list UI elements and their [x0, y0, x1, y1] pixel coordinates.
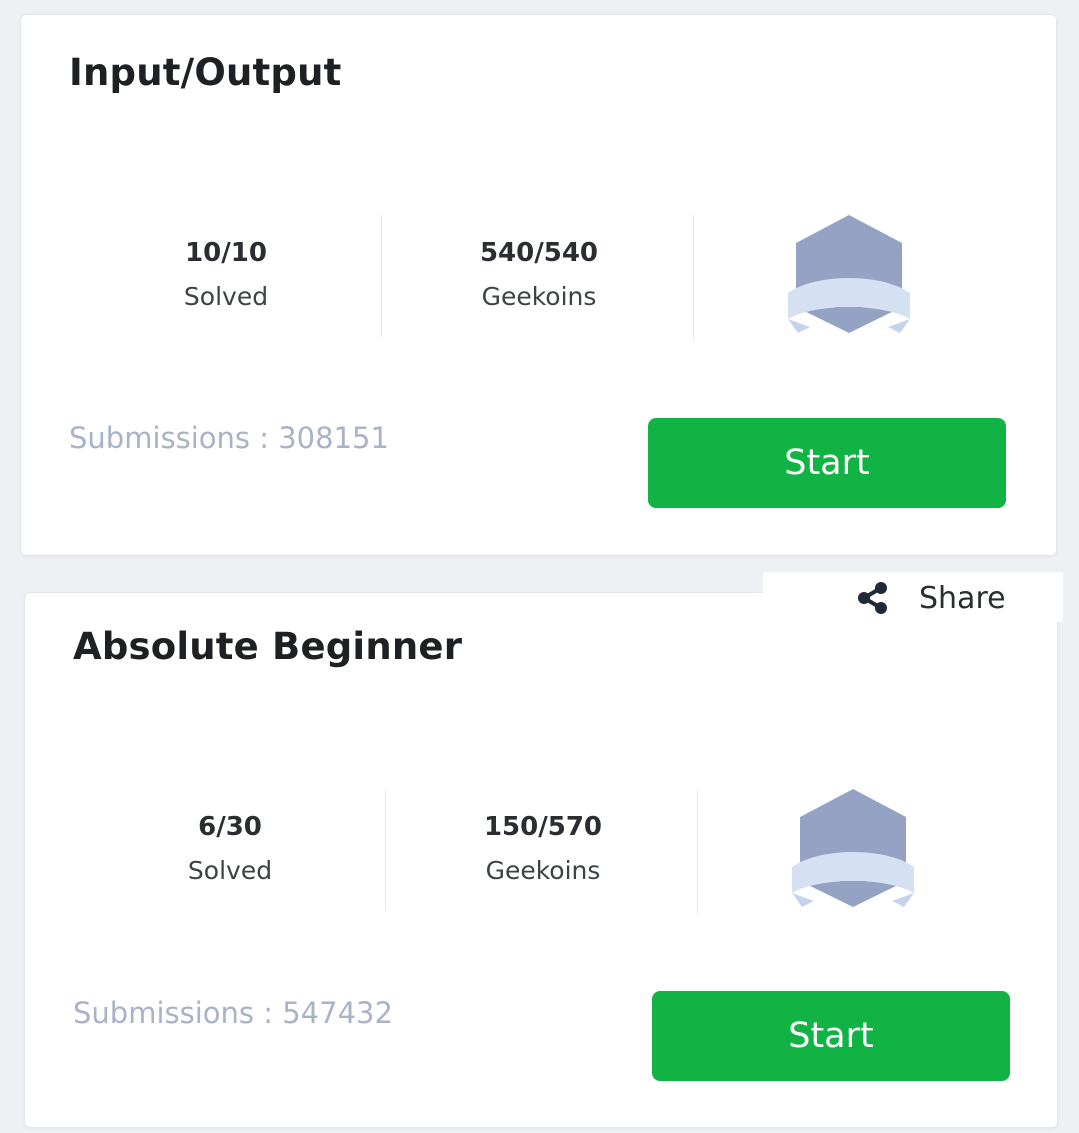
card-title: Absolute Beginner [73, 625, 463, 668]
badge-shield-icon [788, 215, 910, 333]
geekoins-value: 540/540 [479, 238, 599, 268]
track-card-absolute-beginner: Absolute Beginner 6/30 Solved 150/570 Ge… [24, 592, 1058, 1128]
badge-shield-icon [792, 789, 914, 907]
submissions-count: Submissions : 547432 [73, 996, 393, 1030]
stat-divider [385, 789, 386, 911]
share-label: Share [919, 580, 1006, 616]
start-button[interactable]: Start [652, 991, 1010, 1081]
geekoins-value: 150/570 [483, 812, 603, 842]
share-button[interactable]: Share [855, 578, 1006, 618]
solved-value: 10/10 [185, 238, 267, 268]
solved-label: Solved [183, 282, 269, 311]
geekoins-stat: 150/570 Geekoins [433, 811, 653, 887]
card-title: Input/Output [69, 51, 342, 94]
solved-label: Solved [187, 856, 273, 885]
geekoins-stat: 540/540 Geekoins [429, 237, 649, 313]
solved-stat: 10/10 Solved [116, 237, 336, 313]
stat-divider [693, 215, 694, 341]
geekoins-label: Geekoins [485, 856, 601, 885]
stat-divider [381, 215, 382, 337]
stat-divider [697, 789, 698, 915]
start-button[interactable]: Start [648, 418, 1006, 508]
geekoins-label: Geekoins [481, 282, 597, 311]
share-icon [858, 582, 887, 614]
track-card-input-output: Input/Output 10/10 Solved 540/540 Geekoi… [20, 14, 1057, 556]
submissions-count: Submissions : 308151 [69, 421, 389, 455]
solved-stat: 6/30 Solved [120, 811, 340, 887]
solved-value: 6/30 [198, 812, 262, 842]
